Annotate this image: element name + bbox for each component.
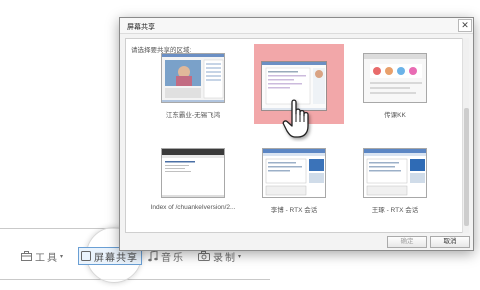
window-thumbnail — [363, 53, 427, 103]
screen-share-icon — [81, 251, 94, 261]
window-item-label: Index of /chuankeIversion/2... — [150, 204, 236, 211]
music-note-icon — [148, 250, 161, 262]
tools-menu-button[interactable]: 工具 ▾ — [21, 248, 63, 264]
dialog-footer: 确定 取消 — [120, 235, 473, 251]
window-item-label: 李博 - RTX 会话 — [270, 207, 318, 214]
toolbox-icon — [21, 251, 35, 261]
scrollbar-thumb[interactable] — [464, 108, 469, 226]
dialog-title-bar: 屏幕共享 ✕ — [120, 18, 473, 34]
close-icon: ✕ — [461, 20, 469, 30]
chevron-down-icon: ▾ — [60, 253, 64, 260]
cancel-button[interactable]: 取消 — [430, 236, 470, 248]
ok-button[interactable]: 确定 — [387, 236, 427, 248]
camera-icon — [198, 251, 213, 261]
window-item-label: 江东霸业-无锡飞鸿 — [165, 112, 221, 119]
tools-label: 工具 — [35, 252, 59, 264]
window-item-label: 传课KK — [384, 112, 406, 119]
window-thumbnail — [363, 148, 427, 198]
toolbar-bottom-divider — [0, 279, 270, 280]
vertical-scrollbar[interactable] — [462, 38, 469, 233]
dialog-title: 屏幕共享 — [127, 24, 155, 31]
window-thumbnail — [161, 53, 225, 103]
hand-pointer-icon — [282, 98, 316, 142]
window-item-label: 王琢 - RTX 会话 — [371, 207, 419, 214]
window-thumbnail — [161, 148, 225, 198]
chevron-down-icon: ▾ — [238, 253, 242, 260]
close-button[interactable]: ✕ — [458, 19, 472, 32]
window-thumbnail — [262, 148, 326, 198]
